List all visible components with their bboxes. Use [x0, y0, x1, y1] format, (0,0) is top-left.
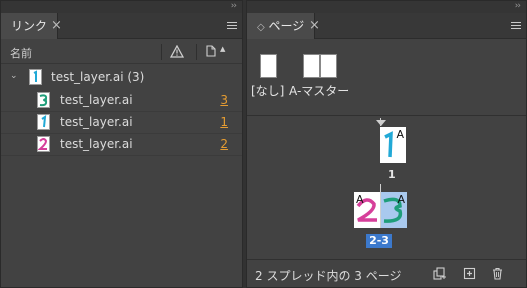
- new-page-icon[interactable]: [463, 267, 476, 280]
- page-2-thumbnail[interactable]: A: [354, 192, 380, 228]
- sort-caret-icon[interactable]: ▲: [220, 45, 225, 53]
- page-3-thumbnail[interactable]: A: [381, 192, 407, 228]
- pages-area: A 1 A A 2-3: [247, 117, 526, 259]
- master-none-page[interactable]: [260, 54, 277, 78]
- master-a-right-page[interactable]: [320, 54, 337, 78]
- link-thumbnail: [37, 114, 50, 130]
- link-name: test_layer.ai: [60, 93, 133, 107]
- page-master-letter: A: [396, 128, 404, 141]
- links-panel: ›› リンク × 名前 ▲ ⌄ test_layer.ai (3) test_l…: [0, 0, 243, 288]
- master-none-label: [なし]: [251, 84, 285, 98]
- tab-toggle-icon: ◇: [257, 22, 265, 33]
- collapse-panel-icon[interactable]: ››: [515, 1, 521, 12]
- link-group-label: test_layer.ai (3): [51, 70, 145, 84]
- link-group-row[interactable]: ⌄ test_layer.ai (3): [1, 67, 242, 89]
- link-name: test_layer.ai: [60, 137, 133, 151]
- panel-menu-icon[interactable]: [227, 22, 237, 31]
- master-a-label: A-マスター: [289, 84, 350, 98]
- link-name: test_layer.ai: [60, 115, 133, 129]
- panel-menu-icon[interactable]: [511, 22, 521, 31]
- close-tab-icon[interactable]: ×: [51, 13, 62, 39]
- close-tab-icon[interactable]: ×: [309, 13, 320, 39]
- chevron-down-icon[interactable]: ⌄: [10, 71, 18, 81]
- tab-links-label: リンク: [11, 19, 48, 33]
- pages-footer: 2 スプレッド内の 3 ページ: [247, 259, 526, 287]
- pages-panel: ›› ◇ ページ × [なし] A-マスター A 1 A A 2-3 2 スプレ…: [246, 0, 527, 288]
- links-column-header: 名前 ▲: [1, 40, 242, 64]
- masters-section: [なし] A-マスター: [247, 40, 526, 116]
- tab-pages-label: ページ: [268, 19, 305, 33]
- page-master-letter: A: [356, 193, 364, 206]
- link-thumbnail: [29, 69, 42, 85]
- column-name-header[interactable]: 名前: [10, 45, 32, 61]
- tab-links[interactable]: リンク: [1, 13, 59, 39]
- link-row[interactable]: test_layer.ai 3: [1, 90, 242, 112]
- spread-selected-badge[interactable]: 2-3: [366, 234, 392, 248]
- link-page-number[interactable]: 1: [220, 115, 228, 129]
- collapse-panel-icon[interactable]: ››: [231, 1, 237, 12]
- column-divider[interactable]: [196, 44, 197, 60]
- link-thumbnail: [37, 136, 50, 152]
- current-page-marker-icon: [376, 120, 386, 126]
- pages-tab-bar: ◇ ページ ×: [247, 13, 526, 39]
- link-page-number[interactable]: 2: [220, 137, 228, 151]
- panel-top-strip: ››: [1, 1, 242, 13]
- master-a-left-page[interactable]: [303, 54, 320, 78]
- warning-icon[interactable]: [170, 45, 184, 58]
- link-page-number[interactable]: 3: [220, 93, 228, 107]
- link-row[interactable]: test_layer.ai 2: [1, 134, 242, 156]
- links-tab-bar: リンク ×: [1, 13, 242, 39]
- trash-icon[interactable]: [491, 267, 504, 280]
- tab-pages[interactable]: ◇ ページ: [247, 13, 316, 39]
- page-1-thumbnail[interactable]: A: [380, 127, 406, 163]
- panel-top-strip: ››: [247, 1, 526, 13]
- new-master-icon[interactable]: [433, 267, 446, 280]
- page-1-number[interactable]: 1: [388, 168, 396, 181]
- page-icon[interactable]: [206, 45, 216, 57]
- page-master-letter: A: [397, 193, 405, 206]
- link-thumbnail: [37, 92, 50, 108]
- page-count-status: 2 スプレッド内の 3 ページ: [255, 269, 402, 283]
- link-row[interactable]: test_layer.ai 1: [1, 112, 242, 134]
- column-divider[interactable]: [161, 44, 162, 60]
